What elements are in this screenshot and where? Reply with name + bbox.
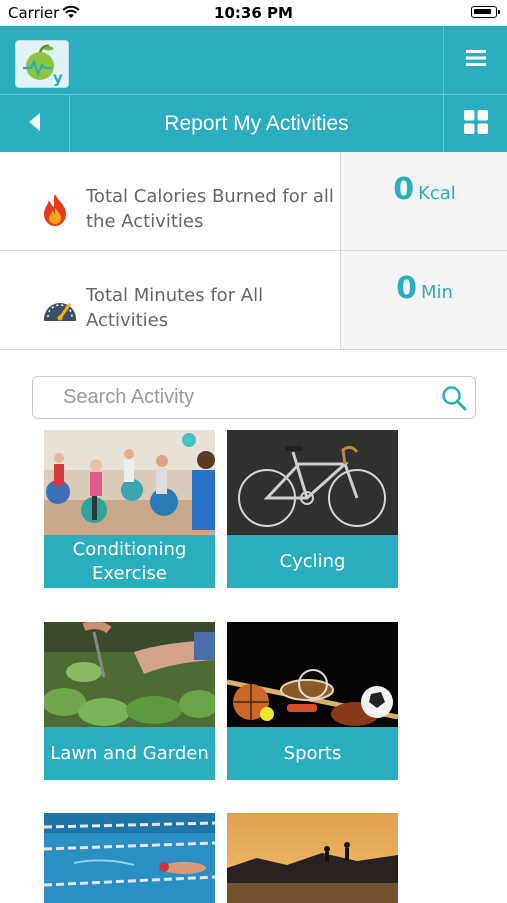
- hamburger-menu-icon: [465, 50, 486, 70]
- activity-tile-conditioning-exercise[interactable]: Conditioning Exercise: [44, 430, 215, 588]
- activity-label: Lawn and Garden: [44, 727, 215, 780]
- calories-stat-label: Total Calories Burned for all the Activi…: [86, 186, 334, 232]
- lawn-and-garden-image: [44, 622, 215, 727]
- search-icon[interactable]: [441, 385, 467, 415]
- conditioning-exercise-image: [44, 430, 215, 535]
- grid-view-button[interactable]: [443, 95, 507, 152]
- battery-icon: [471, 6, 500, 18]
- minutes-unit: Min: [420, 282, 453, 303]
- activity-tile-hiking[interactable]: [227, 813, 398, 903]
- minutes-stat-value: 0 Min: [341, 271, 507, 306]
- page-title: Report My Activities: [164, 112, 349, 135]
- app-header: y: [0, 26, 507, 94]
- hiking-image: [227, 813, 398, 903]
- activity-label: Sports: [227, 727, 398, 780]
- minutes-stat-label-cell: Total Minutes for All Activities: [0, 251, 340, 349]
- calories-stat-row: Total Calories Burned for all the Activi…: [0, 152, 507, 251]
- minutes-value: 0: [396, 271, 417, 306]
- back-arrow-icon: [28, 112, 41, 135]
- calories-unit: Kcal: [418, 183, 456, 204]
- clock: 10:36 PM: [214, 4, 293, 22]
- flame-icon: [42, 193, 68, 231]
- grid-view-icon: [463, 109, 488, 138]
- search-input[interactable]: [63, 377, 433, 418]
- svg-text:y: y: [53, 69, 63, 87]
- calories-stat-value-cell: 0 Kcal: [340, 152, 507, 250]
- speedometer-icon: [42, 293, 78, 327]
- search-box: [32, 376, 476, 419]
- activity-label: Cycling: [227, 535, 398, 588]
- nav-bar: Report My Activities: [0, 94, 507, 152]
- hamburger-menu-button[interactable]: [443, 26, 507, 94]
- minutes-stat-row: Total Minutes for All Activities 0 Min: [0, 251, 507, 350]
- calories-value: 0: [393, 172, 415, 207]
- back-button[interactable]: [0, 95, 70, 152]
- swimming-image: [44, 813, 215, 903]
- activity-tile-swimming[interactable]: [44, 813, 215, 903]
- activity-tile-lawn-and-garden[interactable]: Lawn and Garden: [44, 622, 215, 780]
- cycling-image: [227, 430, 398, 535]
- activity-tile-cycling[interactable]: Cycling: [227, 430, 398, 588]
- sports-image: [227, 622, 398, 727]
- minutes-stat-value-cell: 0 Min: [340, 251, 507, 349]
- calories-stat-label-cell: Total Calories Burned for all the Activi…: [0, 152, 340, 250]
- activity-label: Conditioning Exercise: [44, 535, 215, 588]
- app-logo-icon: y: [15, 40, 69, 88]
- activity-tile-sports[interactable]: Sports: [227, 622, 398, 780]
- calories-stat-value: 0 Kcal: [341, 172, 507, 207]
- status-bar: Carrier 10:36 PM: [0, 0, 507, 26]
- minutes-stat-label: Total Minutes for All Activities: [86, 285, 264, 331]
